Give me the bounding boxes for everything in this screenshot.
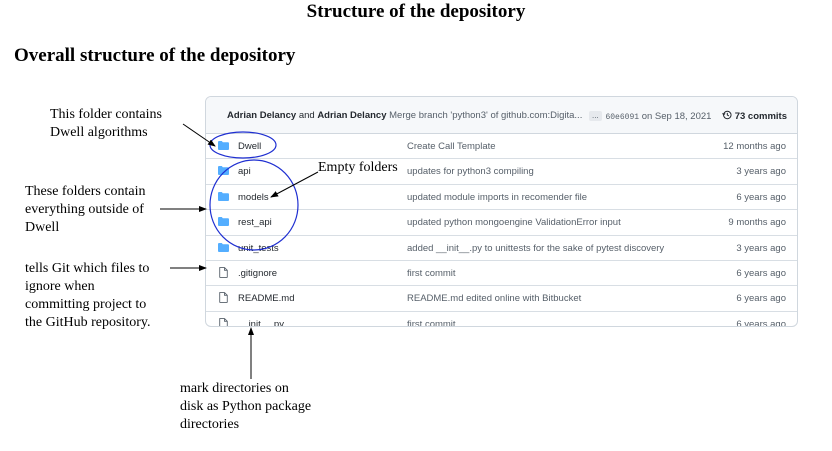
file-row[interactable]: rest_api updated python mongoengine Valid… (206, 210, 797, 236)
file-age: 3 years ago (736, 166, 786, 178)
file-commit-message-link[interactable]: updated python mongoengine ValidationErr… (407, 217, 621, 228)
folder-icon (218, 191, 229, 201)
annotation-line: These folders contain (25, 184, 146, 199)
file-name-link[interactable]: models (238, 192, 269, 203)
file-name-link[interactable]: __init__.py (238, 319, 284, 326)
file-age: 6 years ago (736, 267, 786, 279)
file-commit-message-link[interactable]: Create Call Template (407, 141, 496, 152)
commit-coauthor-link[interactable]: Adrian Delancy (317, 110, 386, 121)
file-name-link[interactable]: rest_api (238, 217, 272, 228)
folder-icon (218, 217, 229, 227)
file-commit-message-link[interactable]: README.md edited online with Bitbucket (407, 293, 581, 304)
file-age: 9 months ago (728, 217, 786, 229)
file-row[interactable]: README.md README.md edited online with Bi… (206, 286, 797, 312)
file-icon (219, 292, 228, 304)
annotation-outside-dwell: These folders contain everything outside… (25, 183, 146, 237)
annotation-line: mark directories on (180, 381, 289, 396)
page-title: Structure of the depository (306, 1, 526, 22)
file-name-link[interactable]: api (238, 166, 251, 177)
file-row[interactable]: models updated module imports in recomend… (206, 185, 797, 211)
commit-and-text: and (298, 110, 315, 121)
repo-file-browser: Adrian Delancy and Adrian Delancy Merge … (205, 96, 798, 327)
file-age: 12 months ago (723, 141, 786, 152)
annotation-line: Dwell algorithms (50, 125, 148, 140)
commit-message-link[interactable]: Merge branch 'python3' of github.com:Dig… (389, 110, 582, 121)
file-age: 3 years ago (736, 242, 786, 254)
file-age: 6 years ago (736, 318, 786, 327)
file-name-link[interactable]: Dwell (238, 141, 261, 152)
file-name-link[interactable]: unit_tests (238, 243, 279, 254)
file-age: 6 years ago (736, 293, 786, 305)
section-title: Overall structure of the depository (14, 45, 296, 66)
annotation-line: ignore when (25, 279, 95, 294)
annotation-line: disk as Python package (180, 399, 312, 414)
file-commit-message-link[interactable]: added __init__.py to unittests for the s… (407, 243, 664, 254)
file-age: 6 years ago (736, 191, 786, 203)
commit-author-link[interactable]: Adrian Delancy (227, 110, 296, 121)
file-list: Dwell Create Call Template 12 months ago ap… (206, 134, 797, 327)
annotation-line: directories (180, 417, 240, 432)
annotation-dwell: This folder contains Dwell algorithms (50, 106, 162, 142)
file-name-link[interactable]: .gitignore (238, 268, 277, 279)
latest-commit-bar: Adrian Delancy and Adrian Delancy Merge … (206, 97, 797, 134)
file-commit-message-link[interactable]: first commit (407, 268, 456, 279)
file-row[interactable]: .gitignore first commit 6 years ago (206, 261, 797, 287)
commit-sha-link[interactable]: 60e6091 (605, 113, 639, 122)
annotation-line: This folder contains (50, 107, 162, 122)
annotation-empty-folders: Empty folders (318, 160, 398, 175)
file-icon (219, 267, 228, 278)
annotation-line: the GitHub repository. (25, 315, 151, 330)
file-row[interactable]: unit_tests added __init__.py to unittests… (206, 236, 797, 261)
history-icon (722, 110, 732, 120)
file-commit-message-link[interactable]: first commit (407, 319, 456, 326)
annotation-init: mark directories on disk as Python packa… (180, 380, 311, 434)
file-row[interactable]: __init__.py first commit 6 years ago (206, 312, 797, 327)
file-commit-message-link[interactable]: updates for python3 compiling (407, 166, 534, 177)
commit-history-link[interactable]: 73 commits (722, 110, 787, 122)
file-row[interactable]: Dwell Create Call Template 12 months ago (206, 134, 797, 160)
annotation-line: tells Git which files to (25, 261, 150, 276)
annotation-gitignore: tells Git which files to ignore when com… (25, 260, 150, 332)
file-icon (219, 317, 228, 326)
annotation-line: Dwell (25, 220, 60, 235)
commit-expand-button[interactable]: ... (588, 111, 602, 121)
folder-icon (218, 166, 229, 176)
folder-icon (218, 242, 229, 252)
annotation-line: everything outside of (25, 202, 144, 217)
commit-date: on Sep 18, 2021 (641, 111, 712, 122)
file-row[interactable]: api updates for python3 compiling 3 years … (206, 159, 797, 185)
file-name-link[interactable]: README.md (238, 293, 294, 304)
commit-count: 73 commits (734, 111, 787, 122)
folder-icon (218, 141, 229, 150)
annotation-line: committing project to (25, 297, 147, 312)
file-commit-message-link[interactable]: updated module imports in recomender fil… (407, 192, 587, 203)
